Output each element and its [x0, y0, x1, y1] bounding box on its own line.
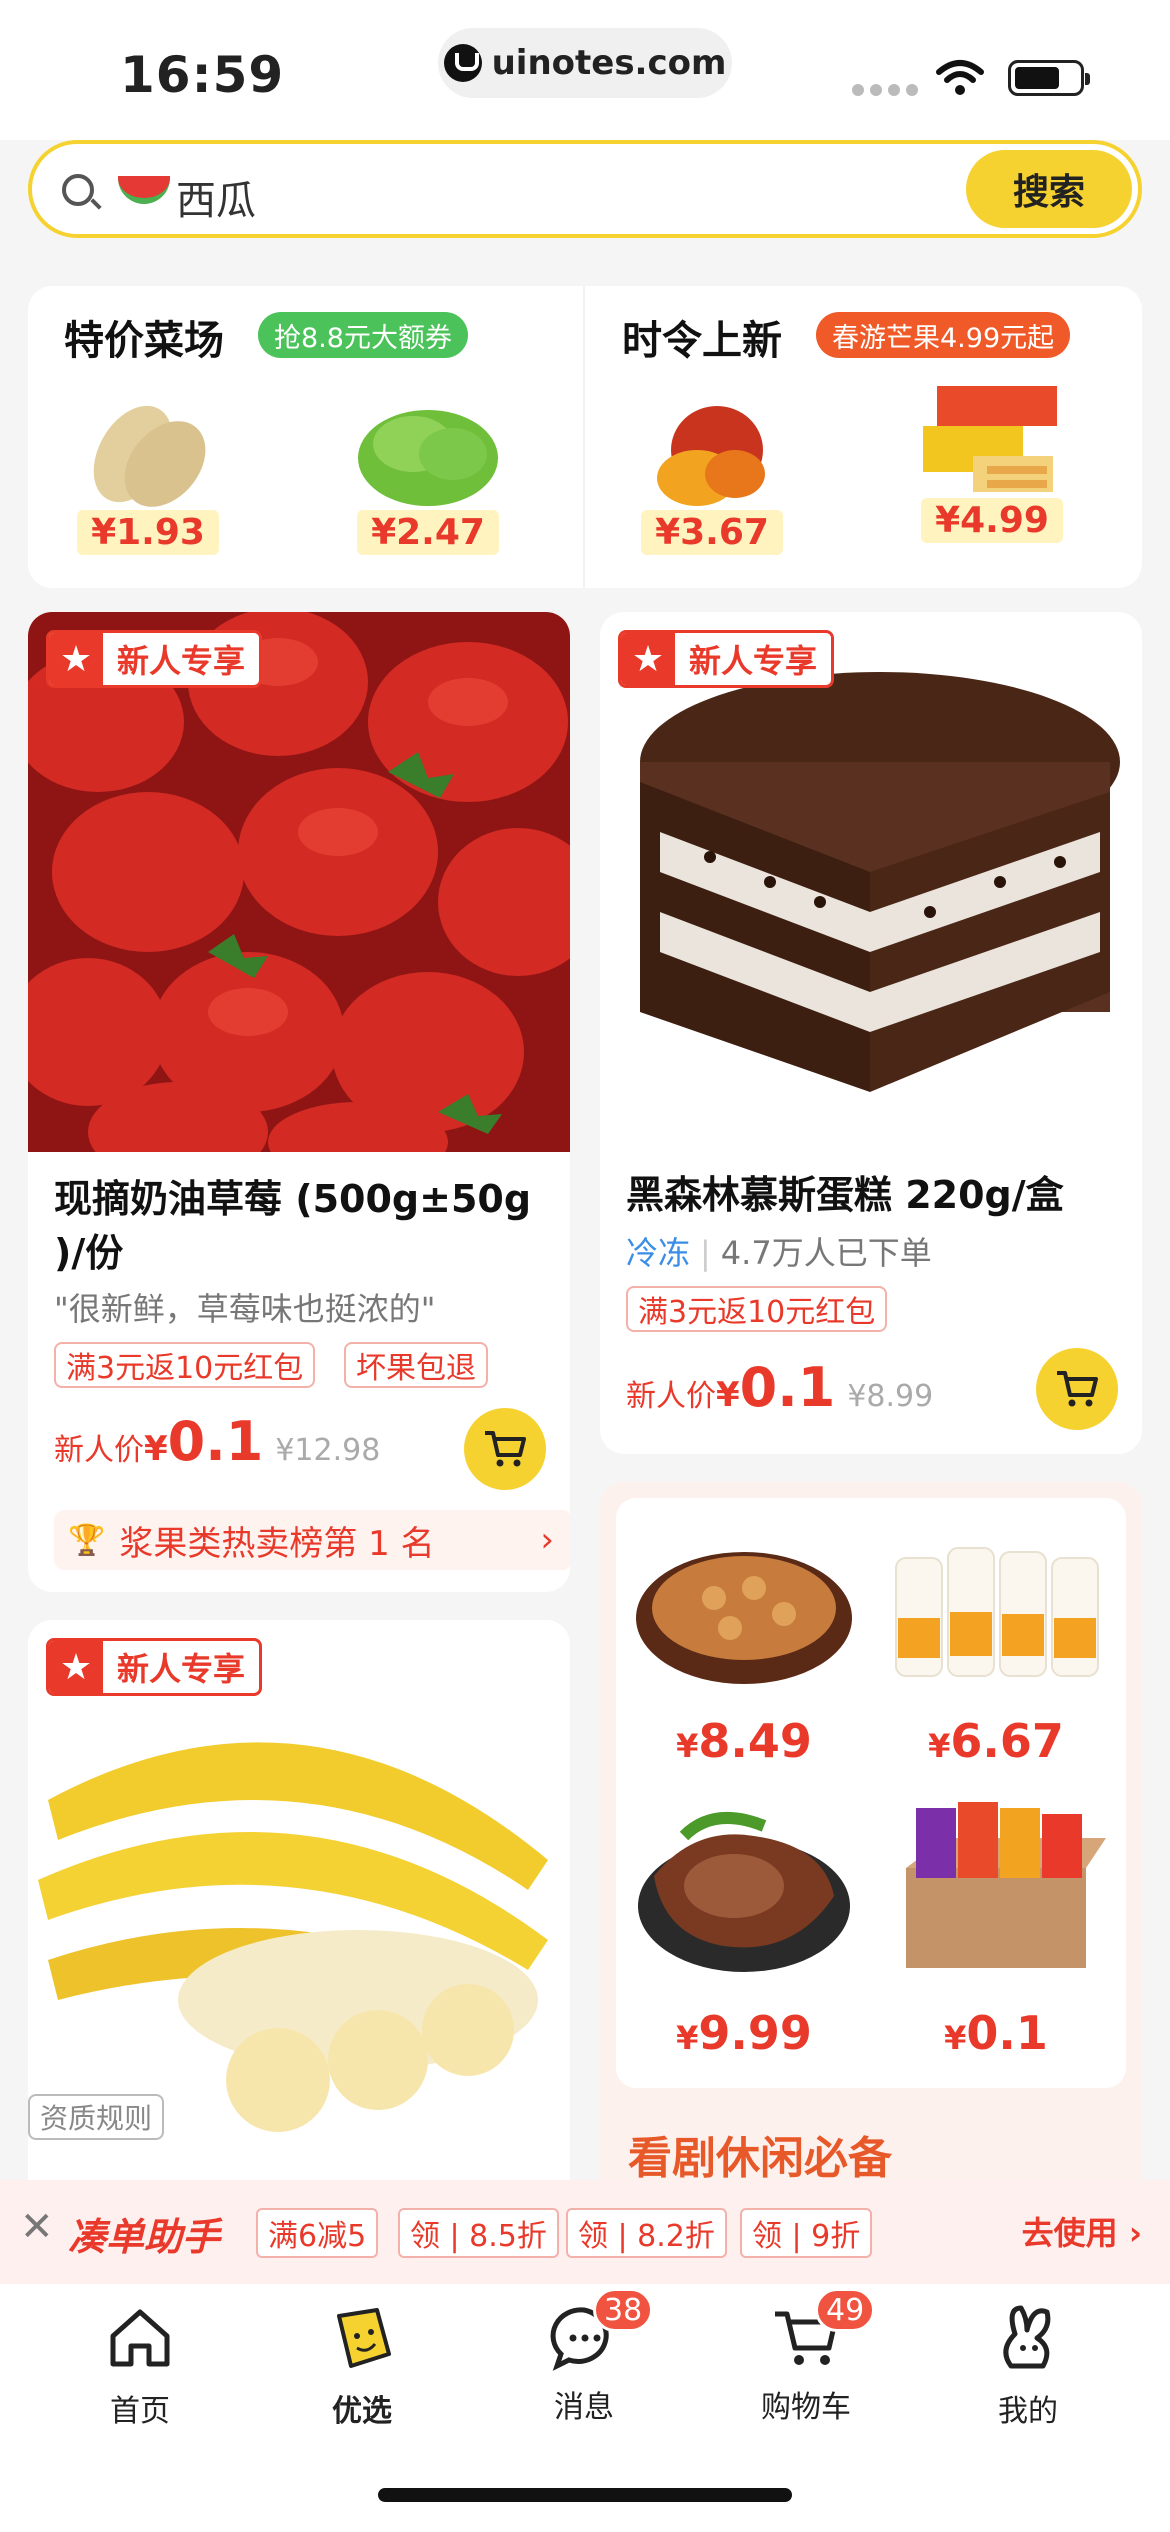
- tab-cart[interactable]: 49 购物车: [726, 2288, 886, 2426]
- chevron-right-icon: ›: [540, 1520, 554, 1560]
- status-time: 16:59: [120, 46, 285, 104]
- tab-select[interactable]: 优选: [282, 2304, 442, 2430]
- cart-count-badge: 49: [815, 2288, 876, 2332]
- promo-item-mango[interactable]: ¥3.67: [632, 394, 792, 555]
- cake-image: [600, 612, 1142, 1132]
- product-card-cake[interactable]: ★ 新人专享 黑森林慕斯蛋糕 220g/盒 冷冻 | 4.7万人已下单 满3元返10…: [600, 612, 1142, 1454]
- coupon-chip[interactable]: 领 | 8.2折: [566, 2208, 727, 2258]
- coupon-tag: 满3元返10元红包: [54, 1342, 316, 1388]
- star-icon: ★: [49, 633, 103, 685]
- add-to-cart-button[interactable]: [1036, 1348, 1118, 1430]
- snack-price: ¥0.1: [944, 2006, 1048, 2060]
- product-card-strawberry[interactable]: ★ 新人专享 现摘奶油草莓 (500g±50g )/份 "很新鲜，草莓味也挺浓的…: [28, 612, 570, 1592]
- potato-image: [93, 405, 206, 507]
- cart-icon: [485, 1431, 526, 1467]
- promo-title-market[interactable]: 特价菜场: [64, 308, 224, 366]
- promo-title-seasonal[interactable]: 时令上新: [622, 308, 782, 366]
- snack-price: ¥9.99: [676, 2006, 812, 2060]
- use-now-button[interactable]: 去使用 ›: [1022, 2208, 1142, 2254]
- search-input[interactable]: 西瓜: [176, 168, 256, 226]
- home-indicator[interactable]: [378, 2488, 792, 2502]
- mango-image: [657, 406, 765, 506]
- unread-badge: 38: [593, 2288, 654, 2332]
- new-user-badge: ★ 新人专享: [618, 630, 835, 688]
- signal-icon: [852, 84, 918, 96]
- promo-panel: 特价菜场 抢8.8元大额券 ¥1.93 ¥2.47 时令上新 春游芒果4.99元…: [28, 286, 1142, 588]
- product-meta: 冷冻 | 4.7万人已下单: [626, 1234, 932, 1272]
- star-icon: ★: [621, 633, 675, 685]
- promo-price: ¥3.67: [641, 510, 783, 555]
- promo-item-potato[interactable]: ¥1.93: [68, 394, 228, 555]
- helper-title: 凑单助手: [68, 2215, 221, 2259]
- status-bar: 16:59 uinotes.com: [0, 0, 1170, 140]
- cart-icon: [1057, 1371, 1098, 1407]
- profile-icon: [1003, 2305, 1051, 2369]
- snacks-collection-card[interactable]: ¥8.49 ¥6.67 ¥9.99 ¥0.1 看剧休闲必备: [600, 1482, 1142, 2222]
- tab-messages[interactable]: 38 消息: [504, 2288, 664, 2426]
- url-text: uinotes.com: [491, 43, 727, 83]
- tab-home[interactable]: 首页: [60, 2304, 220, 2430]
- promo-price: ¥1.93: [77, 510, 219, 555]
- url-pill[interactable]: uinotes.com: [438, 28, 732, 98]
- price-row: 新人价 ¥ 0.1 ¥8.99: [626, 1356, 934, 1419]
- order-helper-bar: ✕ 凑单助手 满6减5 领 | 8.5折 领 | 8.2折 领 | 9折 去使用…: [0, 2180, 1170, 2284]
- star-icon: ★: [49, 1641, 103, 1693]
- tab-profile[interactable]: 我的: [948, 2304, 1108, 2430]
- message-icon-wrap: 38: [549, 2288, 654, 2374]
- peanuts-image: [636, 1552, 852, 1684]
- promo-badge-coupon[interactable]: 抢8.8元大额券: [258, 312, 468, 358]
- banana-image: [28, 1620, 570, 2140]
- ranking-bar[interactable]: 🏆 浆果类热卖榜第 1 名 ›: [54, 1510, 570, 1570]
- select-icon: [337, 2308, 391, 2368]
- promo-item-lettuce[interactable]: ¥2.47: [348, 394, 508, 555]
- snack-price: ¥6.67: [928, 1714, 1064, 1768]
- battery-icon: [1008, 60, 1090, 96]
- product-title: 黑森林慕斯蛋糕 220g/盒: [626, 1173, 1064, 1217]
- trophy-icon: 🏆: [68, 1522, 106, 1558]
- coupon-chip[interactable]: 领 | 9折: [740, 2208, 873, 2258]
- yogurt-image: [895, 1547, 1099, 1677]
- promo-item-wafer[interactable]: ¥4.99: [912, 382, 1072, 543]
- refund-tag: 坏果包退: [344, 1342, 488, 1388]
- snack-box-image: [906, 1802, 1106, 1968]
- close-icon[interactable]: ✕: [20, 2204, 54, 2250]
- coupon-chip[interactable]: 领 | 8.5折: [398, 2208, 559, 2258]
- section-title: 看剧休闲必备: [628, 2133, 892, 2184]
- search-icon: [62, 174, 94, 206]
- price-row: 新人价 ¥ 0.1 ¥12.98: [54, 1410, 381, 1473]
- site-logo-icon: [443, 44, 482, 82]
- add-to-cart-button[interactable]: [464, 1408, 546, 1490]
- product-card-banana[interactable]: ★ 新人专享 资质规则: [28, 1620, 570, 2220]
- coupon-chip[interactable]: 满6减5: [256, 2208, 379, 2258]
- divider: [583, 286, 585, 588]
- lettuce-image: [358, 410, 498, 506]
- wafer-image: [923, 386, 1057, 492]
- snack-price: ¥8.49: [676, 1714, 812, 1768]
- new-user-badge: ★ 新人专享: [46, 1638, 263, 1696]
- promo-price: ¥2.47: [357, 510, 499, 555]
- new-user-badge: ★ 新人专享: [46, 630, 263, 688]
- beef-image: [638, 1812, 850, 1972]
- coupon-tag: 满3元返10元红包: [626, 1286, 888, 1332]
- home-icon: [110, 2309, 170, 2367]
- search-bar[interactable]: 西瓜 搜索: [28, 140, 1142, 238]
- strawberry-image: [28, 612, 570, 1152]
- product-title: 现摘奶油草莓 (500g±50g )/份: [54, 1177, 532, 1275]
- search-button[interactable]: 搜索: [966, 150, 1132, 228]
- product-review-quote: "很新鲜，草莓味也挺浓的": [54, 1290, 436, 1328]
- watermelon-icon: [118, 176, 170, 204]
- promo-price: ¥4.99: [921, 498, 1063, 543]
- promo-badge-mango[interactable]: 春游芒果4.99元起: [816, 312, 1071, 358]
- qualification-rules-link[interactable]: 资质规则: [28, 2094, 165, 2140]
- wifi-icon: [936, 60, 984, 95]
- cart-icon-wrap: 49: [771, 2288, 876, 2374]
